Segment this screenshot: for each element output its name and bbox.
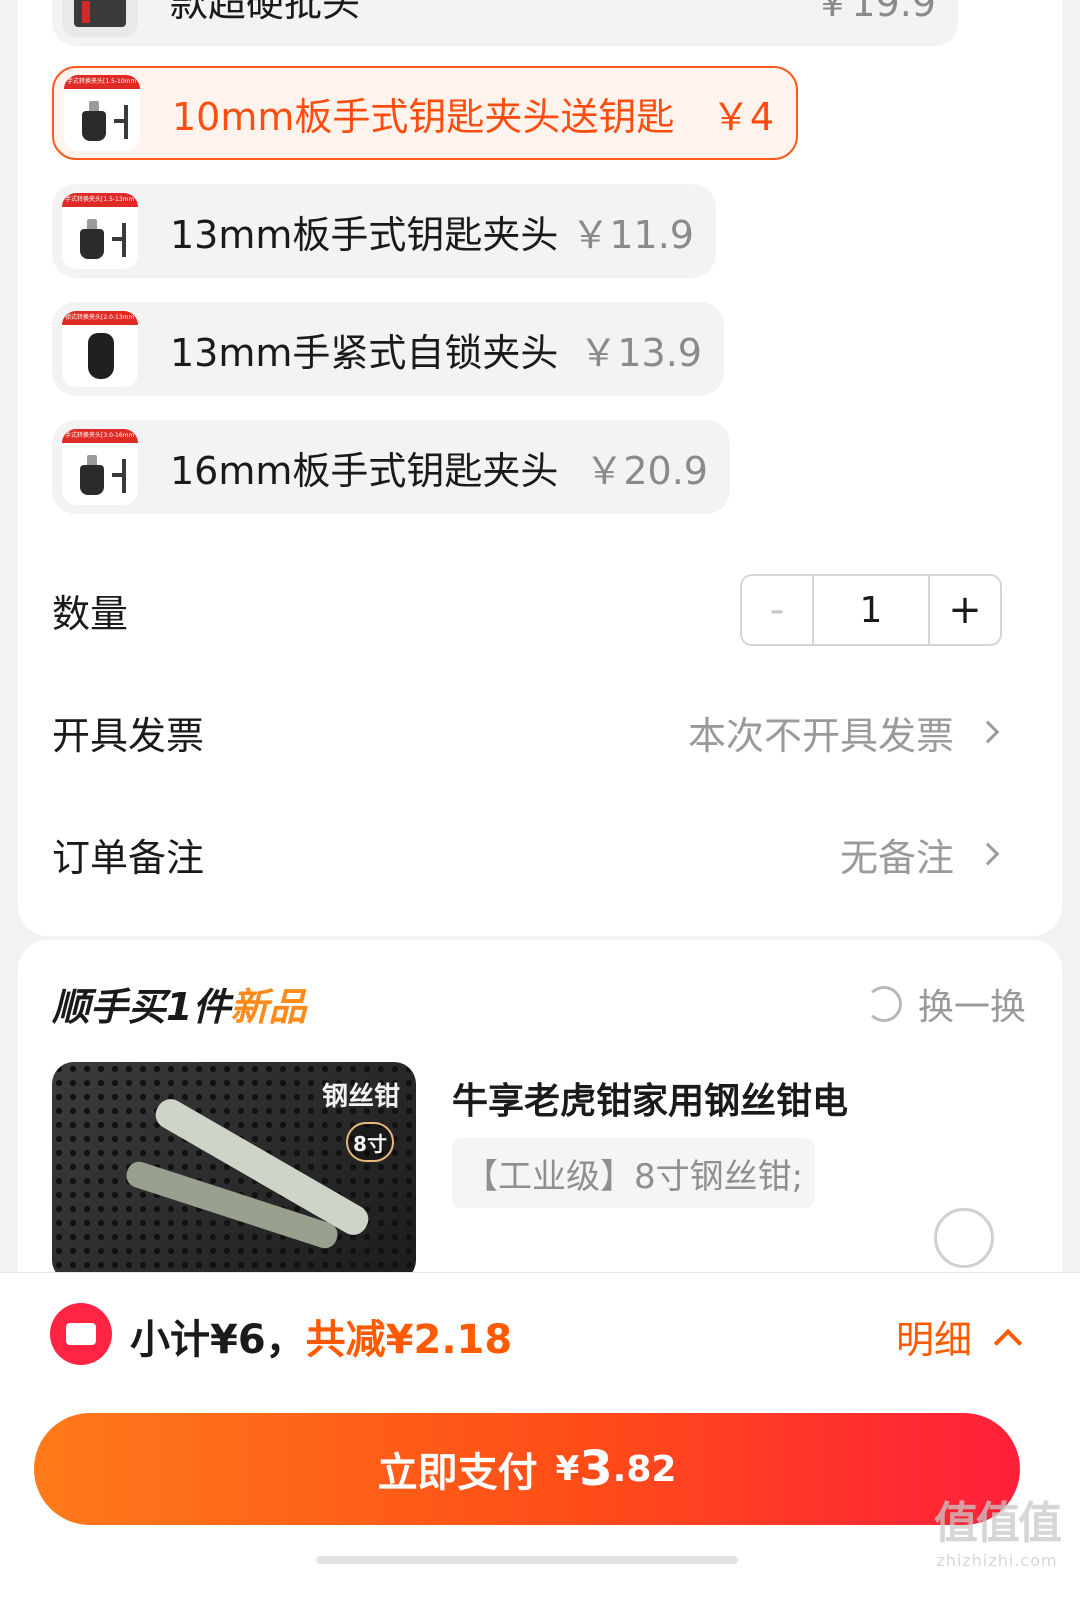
subtotal-text: 小计¥6， <box>130 1317 306 1363</box>
select-product-radio[interactable] <box>934 1208 994 1268</box>
price-summary: 小计¥6，共减¥2.18 <box>130 1307 512 1365</box>
chuck-thumbnail: 手式转换夹头[1.5-10mm <box>64 75 140 151</box>
product-name[interactable]: 牛享老虎钳家用钢丝钳电 <box>452 1072 848 1124</box>
variant-price: ￥4 <box>711 94 774 139</box>
variant-price: ￥20.9 <box>585 448 708 493</box>
size-badge: 8寸 <box>346 1122 394 1162</box>
variant-label: 13mm板手式钥匙夹头 <box>170 212 559 257</box>
recommendation-title: 顺手买1件新品 <box>52 976 306 1031</box>
quantity-value[interactable]: 1 <box>812 576 930 644</box>
chevron-right-icon <box>976 720 1000 744</box>
decrease-button[interactable]: - <box>742 576 812 644</box>
invoice-value: 本次不开具发票 <box>687 713 954 758</box>
chuck-thumbnail: 锁式转换夹头[2.0-13mm <box>62 311 138 387</box>
image-caption: 钢丝钳 <box>321 1082 400 1112</box>
invoice-row[interactable]: 开具发票 本次不开具发票 <box>52 692 1002 772</box>
variant-label: 16mm板手式钥匙夹头 <box>170 448 559 493</box>
quantity-stepper: - 1 + <box>740 574 1002 646</box>
detail-label: 明细 <box>895 1318 972 1362</box>
price-detail-toggle[interactable]: 明细 <box>895 1309 1023 1364</box>
chevron-right-icon <box>976 842 1000 866</box>
chuck-icon <box>82 101 106 141</box>
pay-currency: ¥ <box>555 1449 580 1489</box>
chuck-key-icon <box>112 223 128 257</box>
variant-label: 13mm手紧式自锁夹头 <box>170 330 559 375</box>
thumbnail-caption: 手式转换夹头[1.5-10mm <box>64 75 140 89</box>
order-remark-row[interactable]: 订单备注 无备注 <box>52 814 1002 894</box>
new-product-tag: 新品 <box>230 985 307 1029</box>
watermark-logo: 值值值 <box>934 1498 1062 1549</box>
thumbnail-caption: 手式转换夹头[3.0-16mm <box>62 429 138 443</box>
chuck-icon <box>80 219 104 259</box>
refresh-label: 换一换 <box>917 987 1026 1028</box>
coupon-icon <box>50 1303 112 1365</box>
variant-label: 款超硬批头 <box>170 0 361 25</box>
chuck-key-icon <box>114 105 130 139</box>
refresh-button[interactable]: 换一换 <box>865 978 1026 1030</box>
variant-option-10mm-key-chuck[interactable]: 手式转换夹头[1.5-10mm 10mm板手式钥匙夹头送钥匙 ￥4 <box>52 66 798 160</box>
pay-now-button[interactable]: 立即支付 ¥ 3 .82 <box>34 1413 1020 1525</box>
remark-label: 订单备注 <box>52 835 205 880</box>
chuck-key-icon <box>112 459 128 493</box>
remark-value-wrap: 无备注 <box>840 827 1002 882</box>
refresh-icon <box>865 986 902 1022</box>
increase-button[interactable]: + <box>930 576 1000 644</box>
pay-amount-decimal: .82 <box>612 1448 677 1490</box>
watermark-url: zhizhizhi.com <box>936 1551 1058 1570</box>
recommendation-title-main: 顺手买1件 <box>52 985 231 1029</box>
invoice-label: 开具发票 <box>52 713 205 758</box>
variant-price: ￥13.9 <box>579 330 702 375</box>
invoice-value-wrap: 本次不开具发票 <box>688 705 1002 760</box>
home-indicator[interactable] <box>316 1556 738 1564</box>
pay-label: 立即支付 <box>377 1450 538 1496</box>
variant-price: ￥11.9 <box>571 212 694 257</box>
quantity-label: 数量 <box>52 591 129 636</box>
chuck-thumbnail: 手式转换夹头[3.0-16mm <box>62 429 138 505</box>
chuck-thumbnail: 手式转换夹头[1.5-13mm <box>62 193 138 269</box>
variant-option-13mm-key-chuck[interactable]: 手式转换夹头[1.5-13mm 13mm板手式钥匙夹头 ￥11.9 <box>52 184 716 278</box>
variant-thumbnail <box>62 0 138 37</box>
chuck-icon <box>80 455 104 495</box>
product-description: 【工业级】8寸钢丝钳; <box>452 1138 816 1208</box>
product-image[interactable]: 钢丝钳 8寸 <box>52 1062 416 1282</box>
remark-value: 无备注 <box>839 835 954 880</box>
variant-option-16mm-key-chuck[interactable]: 手式转换夹头[3.0-16mm 16mm板手式钥匙夹头 ￥20.9 <box>52 420 730 514</box>
variant-label: 10mm板手式钥匙夹头送钥匙 <box>172 94 675 139</box>
thumbnail-caption: 锁式转换夹头[2.0-13mm <box>62 311 138 325</box>
checkout-bar: 小计¥6，共减¥2.18 明细 立即支付 ¥ 3 .82 值值值 zhizhiz… <box>0 1272 1080 1609</box>
site-watermark: 值值值 zhizhizhi.com <box>934 1487 1062 1570</box>
self-lock-chuck-icon <box>88 333 114 379</box>
variant-price: ￥19.9 <box>813 0 936 25</box>
variant-option-13mm-self-lock-chuck[interactable]: 锁式转换夹头[2.0-13mm 13mm手紧式自锁夹头 ￥13.9 <box>52 302 724 396</box>
discount-text: 共减¥2.18 <box>305 1317 513 1363</box>
variant-option-bits[interactable]: 款超硬批头 ￥19.9 <box>52 0 958 46</box>
pay-amount-integer: 3 <box>579 1441 613 1497</box>
quantity-row: 数量 - 1 + <box>52 570 1002 650</box>
chevron-up-icon <box>993 1328 1023 1357</box>
thumbnail-caption: 手式转换夹头[1.5-13mm <box>62 193 138 207</box>
